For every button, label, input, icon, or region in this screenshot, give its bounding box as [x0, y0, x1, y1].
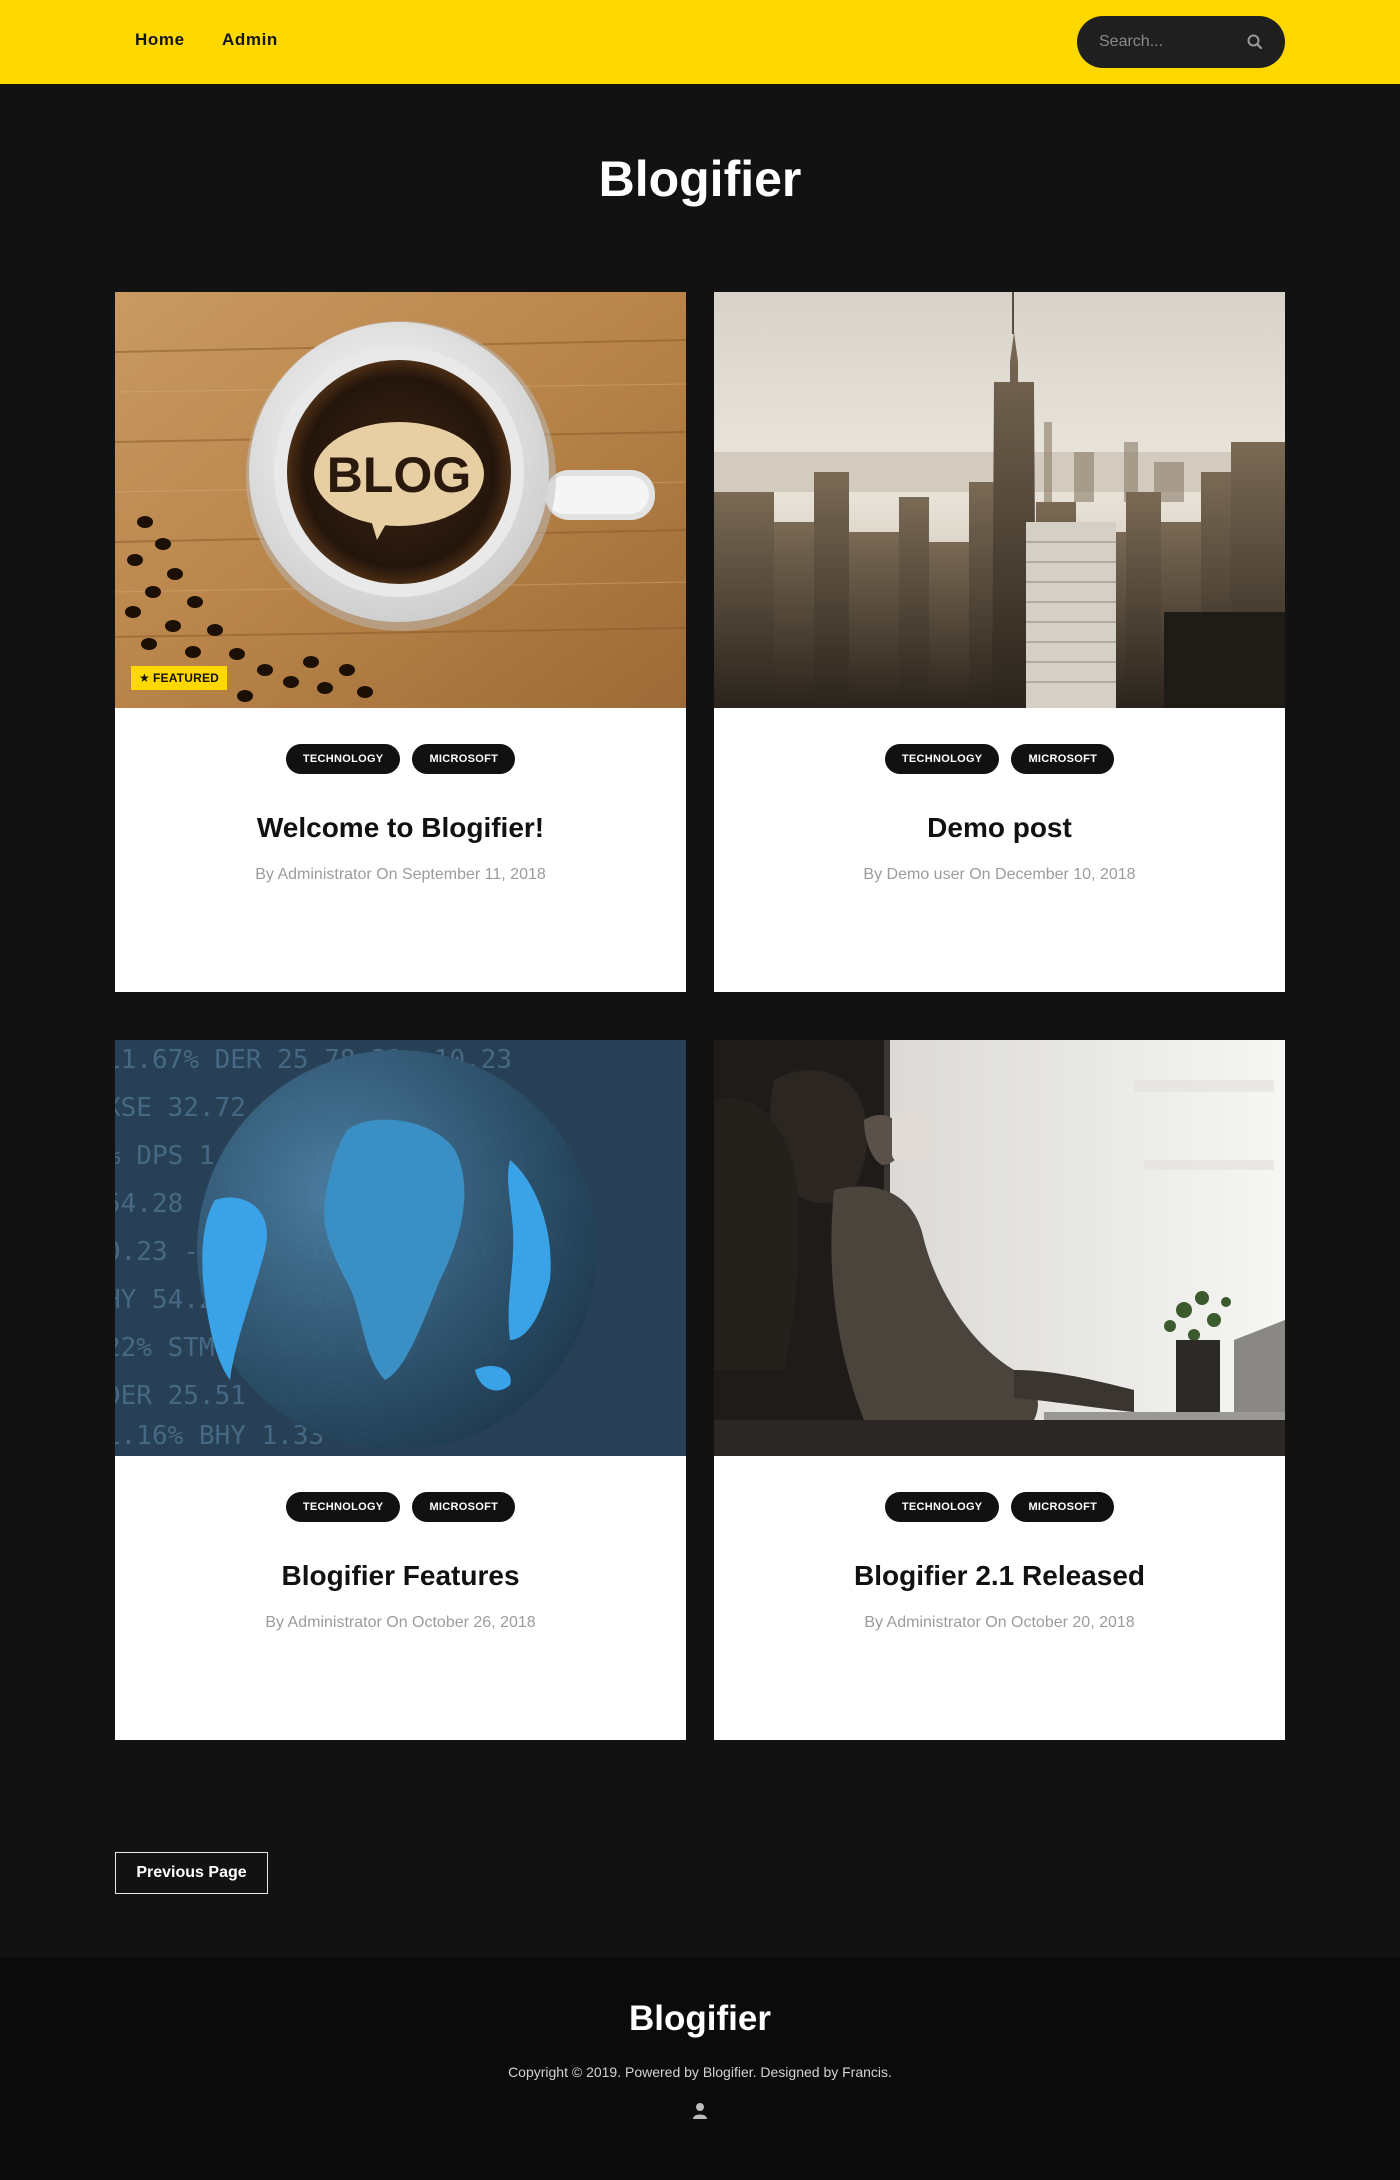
post-card: 11.67% DER 25 78.31 +10.23 XSE 32.72 +0.…: [115, 1040, 686, 1740]
post-meta: By Administrator On September 11, 2018: [255, 866, 546, 883]
post-tags: TECHNOLOGY MICROSOFT: [714, 1492, 1285, 1522]
footer-site-title: Blogifier: [629, 1999, 771, 2038]
search-input[interactable]: [1099, 28, 1239, 56]
tag-microsoft[interactable]: MICROSOFT: [1011, 744, 1115, 774]
footer-copyright: Copyright © 2019. Powered by Blogifier. …: [508, 2064, 892, 2080]
search-icon: [1247, 34, 1263, 50]
previous-page-button[interactable]: Previous Page: [115, 1852, 268, 1894]
tag-technology[interactable]: TECHNOLOGY: [884, 744, 1000, 774]
site-footer: Blogifier Copyright © 2019. Powered by B…: [0, 1958, 1400, 2180]
city-skyline-image: [714, 292, 1285, 708]
search-form: [1077, 16, 1285, 68]
tag-technology[interactable]: TECHNOLOGY: [285, 744, 401, 774]
featured-label: FEATURED: [152, 671, 220, 685]
globe-stock-ticker-image: 11.67% DER 25 78.31 +10.23 XSE 32.72 +0.…: [115, 1040, 686, 1456]
post-title-link[interactable]: Blogifier Features: [115, 1560, 686, 1592]
post-title-link[interactable]: Demo post: [714, 812, 1285, 844]
tag-technology[interactable]: TECHNOLOGY: [285, 1492, 401, 1522]
nav-admin-link[interactable]: Admin: [222, 30, 278, 50]
search-button[interactable]: [1243, 30, 1267, 54]
coffee-cup-image: BLOG: [115, 292, 686, 708]
star-icon: ★: [139, 671, 150, 685]
featured-badge: ★ FEATURED: [131, 666, 228, 690]
tag-microsoft[interactable]: MICROSOFT: [412, 744, 516, 774]
post-title-link[interactable]: Welcome to Blogifier!: [115, 812, 686, 844]
tag-technology[interactable]: TECHNOLOGY: [884, 1492, 1000, 1522]
tag-microsoft[interactable]: MICROSOFT: [412, 1492, 516, 1522]
post-tags: TECHNOLOGY MICROSOFT: [115, 1492, 686, 1522]
post-thumbnail-city[interactable]: [714, 292, 1285, 708]
post-thumbnail-globe[interactable]: 11.67% DER 25 78.31 +10.23 XSE 32.72 +0.…: [115, 1040, 686, 1456]
user-icon: [693, 2103, 707, 2119]
post-card: TECHNOLOGY MICROSOFT Demo post By Demo us…: [714, 292, 1285, 992]
post-meta: By Administrator On October 20, 2018: [864, 1614, 1135, 1631]
post-meta: By Administrator On October 26, 2018: [265, 1614, 536, 1631]
tag-microsoft[interactable]: MICROSOFT: [1011, 1492, 1115, 1522]
top-navbar: Home Admin: [0, 0, 1400, 84]
footer-user-link[interactable]: [692, 2102, 708, 2120]
post-thumbnail-coffee[interactable]: BLOG: [115, 292, 686, 708]
svg-text:BLOG: BLOG: [327, 447, 471, 503]
post-card: TECHNOLOGY MICROSOFT Blogifier 2.1 Releas…: [714, 1040, 1285, 1740]
post-title-link[interactable]: Blogifier 2.1 Released: [714, 1560, 1285, 1592]
site-title: Blogifier: [598, 151, 802, 207]
nav-home-link[interactable]: Home: [135, 30, 185, 50]
post-tags: TECHNOLOGY MICROSOFT: [714, 744, 1285, 774]
woman-laptop-image: [714, 1040, 1285, 1456]
post-card: BLOG ★ FEATURED TECHNOLOGY MICROSOFT Wel…: [115, 292, 686, 992]
post-thumbnail-woman-laptop[interactable]: [714, 1040, 1285, 1456]
post-meta: By Demo user On December 10, 2018: [863, 866, 1136, 883]
post-tags: TECHNOLOGY MICROSOFT: [115, 744, 686, 774]
